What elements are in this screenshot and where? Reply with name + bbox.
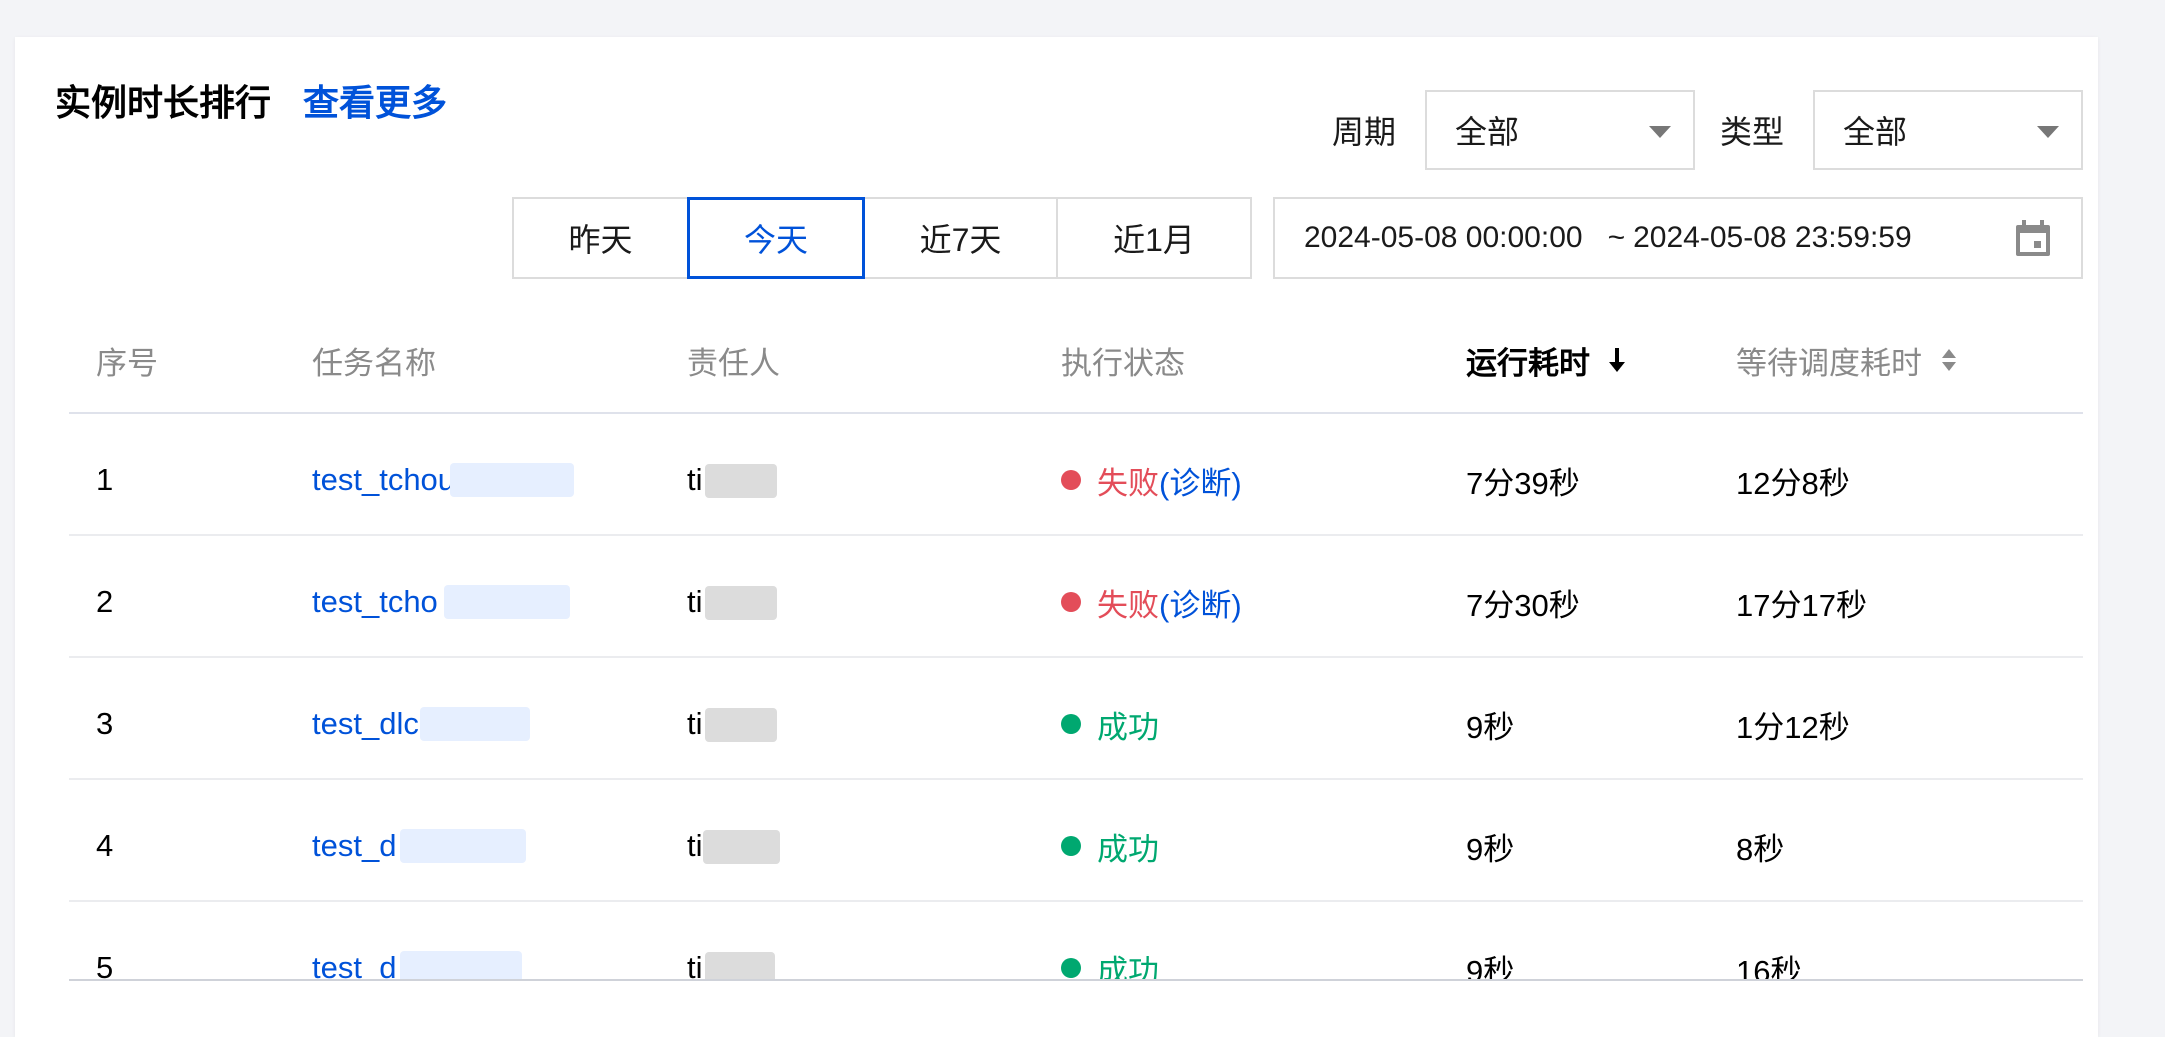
run-time: 7分30秒 (1466, 587, 1580, 623)
redacted-blur (705, 586, 777, 620)
row-index: 4 (96, 828, 114, 863)
range-yesterday-button[interactable]: 昨天 (512, 197, 689, 279)
wait-time: 1分12秒 (1736, 709, 1850, 745)
run-time: 9秒 (1466, 953, 1515, 981)
redacted-blur (705, 464, 777, 498)
status-text: 成功 (1097, 953, 1159, 981)
owner-name: ti (687, 950, 703, 980)
redacted-blur (420, 707, 530, 741)
run-time: 9秒 (1466, 831, 1515, 867)
date-range-end: 2024-05-08 23:59:59 (1633, 221, 1912, 254)
table-bottom-border (69, 979, 2083, 981)
wait-time: 8秒 (1736, 831, 1785, 867)
sort-icon[interactable] (1938, 345, 1960, 375)
status-text: 成功 (1097, 831, 1159, 867)
row-index: 5 (96, 950, 114, 980)
run-time: 9秒 (1466, 709, 1515, 745)
task-name-link[interactable]: test_d (312, 938, 396, 980)
row-divider (69, 900, 2083, 902)
run-time: 7分39秒 (1466, 465, 1580, 501)
owner-name: ti (687, 584, 703, 619)
arrow-down-icon[interactable] (1606, 345, 1628, 375)
status-cell: 成功 (1061, 816, 1159, 876)
period-label: 周期 (1332, 114, 1397, 150)
chevron-down-icon (2037, 126, 2059, 138)
status-text: 成功 (1097, 709, 1159, 745)
owner-name: ti (687, 828, 703, 863)
redacted-blur (705, 952, 775, 980)
status-dot (1061, 714, 1081, 734)
date-range-picker[interactable]: 2024-05-08 00:00:00 ~ 2024-05-08 23:59:5… (1273, 197, 2083, 279)
wait-time: 17分17秒 (1736, 587, 1867, 623)
range-today-button[interactable]: 今天 (687, 197, 865, 279)
range-7days-button[interactable]: 近7天 (863, 197, 1058, 279)
task-name-link[interactable]: test_tcho (312, 572, 438, 632)
status-dot (1061, 836, 1081, 856)
owner-name: ti (687, 706, 703, 741)
status-cell: 成功 (1061, 694, 1159, 754)
type-select-value: 全部 (1843, 114, 1908, 150)
status-cell: 失败 (诊断) (1061, 572, 1242, 632)
redacted-blur (703, 830, 780, 864)
status-dot (1061, 958, 1081, 978)
wait-time: 12分8秒 (1736, 465, 1850, 501)
diagnose-link[interactable]: (诊断) (1159, 580, 1242, 625)
wait-time-header-label: 等待调度耗时 (1736, 345, 1922, 381)
type-select[interactable]: 全部 (1813, 90, 2083, 170)
column-header-wait-time[interactable]: 等待调度耗时 (1736, 335, 1960, 385)
type-label: 类型 (1720, 114, 1785, 150)
status-cell: 成功 (1061, 938, 1159, 980)
column-header-status: 执行状态 (1061, 345, 1185, 381)
redacted-blur (450, 463, 574, 497)
status-text: 失败 (1097, 465, 1159, 501)
column-header-task-name: 任务名称 (312, 345, 436, 381)
status-dot (1061, 470, 1081, 490)
date-range-separator: ~ (1607, 221, 1626, 254)
owner-name: ti (687, 462, 703, 497)
row-divider (69, 534, 2083, 536)
period-select[interactable]: 全部 (1425, 90, 1695, 170)
row-divider (69, 778, 2083, 780)
diagnose-link[interactable]: (诊断) (1159, 458, 1242, 503)
task-name-link[interactable]: test_dlc (312, 694, 419, 754)
status-cell: 失败 (诊断) (1061, 450, 1242, 510)
column-header-index: 序号 (96, 345, 158, 381)
row-index: 1 (96, 462, 114, 497)
row-index: 2 (96, 584, 114, 619)
card-title: 实例时长排行 (55, 82, 272, 123)
chevron-down-icon (1649, 126, 1671, 138)
period-select-value: 全部 (1455, 114, 1520, 150)
view-more-link[interactable]: 查看更多 (303, 70, 447, 130)
redacted-blur (444, 585, 570, 619)
run-time-header-label: 运行耗时 (1466, 345, 1590, 381)
date-range-start: 2024-05-08 00:00:00 (1304, 221, 1583, 254)
redacted-blur (400, 829, 526, 863)
row-divider (69, 656, 2083, 658)
task-name-link[interactable]: test_tchou (312, 450, 455, 510)
table-body[interactable]: 1 test_tchou ti 失败 (诊断) 7分39秒 12分8秒 2 te… (0, 414, 2165, 980)
task-name-link[interactable]: test_d (312, 816, 396, 876)
redacted-blur (705, 708, 777, 742)
row-index: 3 (96, 706, 114, 741)
wait-time: 16秒 (1736, 953, 1802, 981)
status-text: 失败 (1097, 587, 1159, 623)
column-header-owner: 责任人 (687, 345, 780, 381)
column-header-run-time[interactable]: 运行耗时 (1466, 335, 1628, 385)
range-1month-button[interactable]: 近1月 (1056, 197, 1252, 279)
status-dot (1061, 592, 1081, 612)
calendar-icon[interactable] (2013, 219, 2053, 259)
redacted-blur (400, 951, 522, 980)
